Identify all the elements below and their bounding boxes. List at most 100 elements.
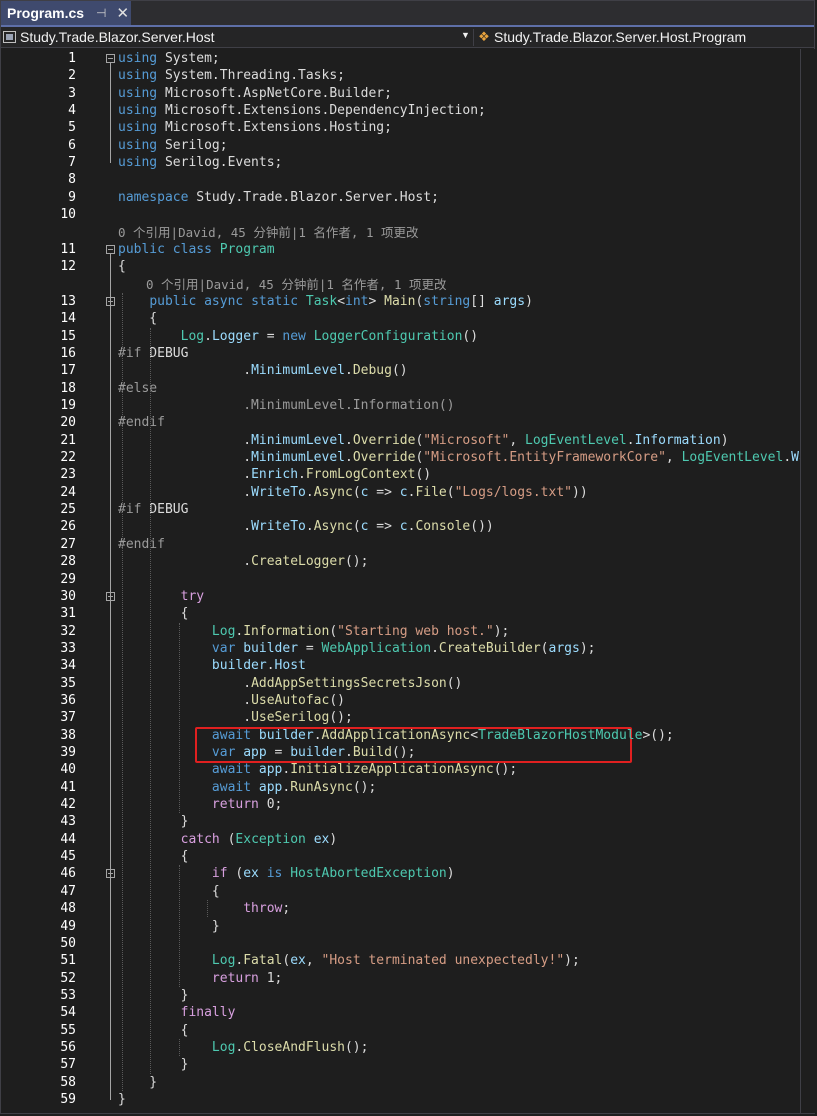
code-line[interactable]: 27 #endif bbox=[1, 536, 816, 553]
line-number: 18 bbox=[60, 380, 76, 396]
document-tab-strip: Program.cs ⊣ ✕ bbox=[1, 1, 814, 27]
code-line[interactable]: 51 Log.Fatal(ex, "Host terminated unexpe… bbox=[1, 952, 816, 969]
code-line[interactable]: 31 { bbox=[1, 605, 816, 622]
line-number: 12 bbox=[60, 259, 76, 275]
code-line[interactable]: 52 return 1; bbox=[1, 970, 816, 987]
codelens-annotation[interactable]: 0 个引用|David, 45 分钟前|1 名作者, 1 项更改 bbox=[1, 276, 816, 293]
code-text: throw; bbox=[118, 900, 290, 917]
code-line[interactable]: 58 } bbox=[1, 1074, 816, 1091]
code-line[interactable]: 13 public async static Task<int> Main(st… bbox=[1, 293, 816, 310]
vertical-scrollbar[interactable] bbox=[800, 49, 817, 1113]
code-line[interactable]: 59} bbox=[1, 1091, 816, 1108]
code-line[interactable]: 43 } bbox=[1, 813, 816, 830]
code-line[interactable]: 37 .UseSerilog(); bbox=[1, 709, 816, 726]
code-line[interactable]: 20 #endif bbox=[1, 414, 816, 431]
project-dropdown[interactable]: Study.Trade.Blazor.Server.Host ▼ bbox=[3, 27, 473, 47]
code-line[interactable]: 11 public class Program bbox=[1, 241, 816, 258]
member-dropdown[interactable]: ❖ Study.Trade.Blazor.Server.Host.Program bbox=[477, 27, 807, 47]
code-line[interactable]: 55 { bbox=[1, 1022, 816, 1039]
code-text: { bbox=[118, 258, 126, 275]
code-line[interactable]: 2 using System.Threading.Tasks; bbox=[1, 67, 816, 84]
code-text: builder.Host bbox=[118, 657, 306, 674]
code-token: DEBUG bbox=[141, 345, 189, 361]
code-token: Async bbox=[313, 519, 353, 535]
code-line[interactable]: 15 Log.Logger = new LoggerConfiguration(… bbox=[1, 328, 816, 345]
code-line[interactable]: 10 bbox=[1, 206, 816, 223]
code-line[interactable]: 8 bbox=[1, 171, 816, 188]
code-token: } bbox=[118, 1057, 189, 1073]
code-line[interactable]: 19 .MinimumLevel.Information() bbox=[1, 397, 816, 414]
chevron-down-icon[interactable]: ▼ bbox=[461, 30, 470, 40]
code-line[interactable]: 57 } bbox=[1, 1056, 816, 1073]
code-line[interactable]: 32 Log.Information("Starting web host.")… bbox=[1, 623, 816, 640]
code-line[interactable]: 48 throw; bbox=[1, 900, 816, 917]
line-number: 10 bbox=[60, 207, 76, 223]
code-line[interactable]: 14 { bbox=[1, 310, 816, 327]
code-text: finally bbox=[118, 1004, 236, 1021]
code-line[interactable]: 40 await app.InitializeApplicationAsync(… bbox=[1, 761, 816, 778]
code-line[interactable]: 17 .MinimumLevel.Debug() bbox=[1, 362, 816, 379]
code-line[interactable]: 47 { bbox=[1, 883, 816, 900]
code-token: Serilog; bbox=[157, 137, 228, 153]
code-token: = bbox=[298, 640, 322, 656]
code-line[interactable]: 42 return 0; bbox=[1, 796, 816, 813]
code-line[interactable]: 7 using Serilog.Events; bbox=[1, 154, 816, 171]
code-line[interactable]: 4 using Microsoft.Extensions.DependencyIn… bbox=[1, 102, 816, 119]
code-line[interactable]: 22 .MinimumLevel.Override("Microsoft.Ent… bbox=[1, 449, 817, 466]
indent-guide bbox=[150, 327, 151, 1074]
line-number: 26 bbox=[60, 519, 76, 535]
line-number: 52 bbox=[60, 970, 76, 986]
code-line[interactable]: 12 { bbox=[1, 258, 816, 275]
code-line[interactable]: 18 #else bbox=[1, 380, 816, 397]
code-area[interactable]: 1 using System; 2 using System.Threading.Ta… bbox=[1, 49, 817, 1113]
close-icon[interactable]: ✕ bbox=[117, 4, 130, 22]
code-text: await app.RunAsync(); bbox=[118, 779, 376, 796]
line-number: 49 bbox=[60, 918, 76, 934]
tab-program-cs[interactable]: Program.cs ⊣ ✕ bbox=[1, 1, 131, 25]
code-line[interactable]: 50 bbox=[1, 935, 816, 952]
code-line[interactable]: 6 using Serilog; bbox=[1, 137, 816, 154]
line-number: 57 bbox=[60, 1057, 76, 1073]
code-line[interactable]: 35 .AddAppSettingsSecretsJson() bbox=[1, 675, 816, 692]
code-line[interactable]: 25 #if DEBUG bbox=[1, 501, 816, 518]
code-line[interactable]: 44 catch (Exception ex) bbox=[1, 831, 816, 848]
code-line[interactable]: 38 await builder.AddApplicationAsync<Tra… bbox=[1, 727, 816, 744]
code-line[interactable]: 21 .MinimumLevel.Override("Microsoft", L… bbox=[1, 432, 816, 449]
collapse-icon[interactable] bbox=[106, 244, 115, 254]
code-line[interactable]: 56 Log.CloseAndFlush(); bbox=[1, 1039, 816, 1056]
code-line[interactable]: 24 .WriteTo.Async(c => c.File("Logs/logs… bbox=[1, 484, 816, 501]
line-number: 21 bbox=[60, 432, 76, 448]
code-line[interactable]: 9 namespace Study.Trade.Blazor.Server.Hos… bbox=[1, 189, 816, 206]
codelens-annotation[interactable]: 0 个引用|David, 45 分钟前|1 名作者, 1 项更改 bbox=[1, 224, 816, 241]
code-line[interactable]: 33 var builder = WebApplication.CreateBu… bbox=[1, 640, 816, 657]
code-line[interactable]: 1 using System; bbox=[1, 50, 816, 67]
code-line[interactable]: 16 #if DEBUG bbox=[1, 345, 816, 362]
code-line[interactable]: 36 .UseAutofac() bbox=[1, 692, 816, 709]
code-line[interactable]: 53 } bbox=[1, 987, 816, 1004]
code-line[interactable]: 30 try bbox=[1, 588, 816, 605]
code-line[interactable]: 3 using Microsoft.AspNetCore.Builder; bbox=[1, 85, 816, 102]
code-text: Log.Logger = new LoggerConfiguration() bbox=[118, 328, 478, 345]
codelens-text[interactable]: 0 个引用|David, 45 分钟前|1 名作者, 1 项更改 bbox=[118, 224, 419, 241]
code-line[interactable]: 46 if (ex is HostAbortedException) bbox=[1, 865, 816, 882]
code-line[interactable]: 54 finally bbox=[1, 1004, 816, 1021]
code-line[interactable]: 45 { bbox=[1, 848, 816, 865]
codelens-text[interactable]: 0 个引用|David, 45 分钟前|1 名作者, 1 项更改 bbox=[146, 276, 447, 293]
pin-icon[interactable]: ⊣ bbox=[96, 6, 106, 20]
code-line[interactable]: 41 await app.RunAsync(); bbox=[1, 779, 816, 796]
code-token: { bbox=[118, 849, 189, 865]
code-line[interactable]: 34 builder.Host bbox=[1, 657, 816, 674]
code-line[interactable]: 23 .Enrich.FromLogContext() bbox=[1, 466, 816, 483]
code-token: ( bbox=[352, 484, 361, 500]
code-line[interactable]: 26 .WriteTo.Async(c => c.Console()) bbox=[1, 518, 816, 535]
code-line[interactable]: 5 using Microsoft.Extensions.Hosting; bbox=[1, 119, 816, 136]
code-line[interactable]: 28 .CreateLogger(); bbox=[1, 553, 816, 570]
code-token: Log bbox=[211, 953, 236, 969]
collapse-icon[interactable] bbox=[106, 54, 115, 63]
code-line[interactable]: 39 var app = builder.Build(); bbox=[1, 744, 816, 761]
code-line[interactable]: 49 } bbox=[1, 918, 816, 935]
code-token: LogEventLevel bbox=[525, 432, 627, 448]
code-line[interactable]: 29 bbox=[1, 571, 816, 588]
